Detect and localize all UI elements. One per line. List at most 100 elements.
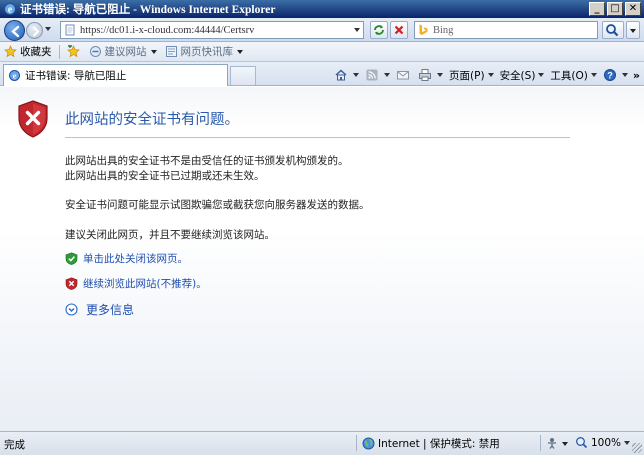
search-options-dropdown[interactable] (626, 21, 640, 39)
search-placeholder: Bing (433, 24, 454, 36)
zoom-level: 100% (591, 436, 622, 449)
favorites-label: 收藏夹 (20, 46, 52, 58)
help-button[interactable]: ? (600, 68, 631, 82)
security-zone[interactable]: Internet | 保护模式: 禁用 (362, 436, 500, 451)
add-to-favorites-bar-button[interactable] (63, 43, 85, 61)
green-shield-check-icon (65, 252, 78, 265)
globe-icon (362, 437, 375, 450)
tools-menu[interactable]: 工具(O) (547, 68, 599, 83)
chevron-down-icon (384, 73, 391, 77)
search-button[interactable] (602, 21, 624, 39)
forward-arrow-icon (33, 26, 40, 37)
warning-text-expired: 此网站出具的安全证书已过期或还未生效。 (65, 170, 265, 182)
accessibility-icon[interactable] (545, 436, 559, 450)
ie-icon: e (4, 3, 16, 16)
minimize-button[interactable]: _ (589, 2, 605, 16)
close-page-action[interactable]: 单击此处关闭该网页。 (65, 251, 188, 266)
url-text: https://dc01.i-x-cloud.com:44444/Certsrv (80, 24, 255, 36)
web-slice-gallery-link[interactable]: 网页快讯库 (161, 43, 248, 61)
chevron-down-icon (237, 49, 243, 54)
bing-icon (419, 24, 428, 35)
suggested-sites-link[interactable]: 建议网站 (85, 43, 161, 61)
magnifier-icon (606, 24, 619, 37)
help-icon: ? (603, 69, 616, 81)
svg-text:e: e (13, 71, 17, 81)
chevron-down-icon (538, 73, 545, 77)
page-menu[interactable]: 页面(P) (446, 68, 497, 83)
safety-menu[interactable]: 安全(S) (497, 68, 548, 83)
forward-button[interactable] (26, 22, 43, 39)
title-bar: e 证书错误: 导航已阻止 - Windows Internet Explore… (0, 0, 644, 18)
divider (58, 44, 60, 59)
print-button[interactable] (415, 68, 446, 82)
back-arrow-icon (11, 25, 20, 38)
chevron-down-icon (621, 73, 628, 77)
recent-pages-dropdown[interactable] (45, 27, 51, 31)
stop-button[interactable] (390, 21, 408, 39)
favorites-button[interactable]: 收藏夹 (0, 43, 56, 61)
close-page-link[interactable]: 单击此处关闭该网页。 (83, 251, 188, 266)
web-slice-icon (165, 46, 177, 57)
window-title: 证书错误: 导航已阻止 - Windows Internet Explorer (20, 4, 276, 16)
toolbar-overflow-button[interactable]: » (633, 69, 640, 82)
status-bar: 完成 Internet | 保护模式: 禁用 100% (0, 431, 644, 455)
feeds-button[interactable] (362, 68, 393, 82)
url-dropdown-icon[interactable] (354, 28, 360, 32)
url-field[interactable]: https://dc01.i-x-cloud.com:44444/Certsrv (60, 21, 364, 39)
svg-text:?: ? (607, 70, 613, 80)
refresh-icon (374, 25, 384, 35)
suggested-sites-icon (89, 46, 101, 57)
zoom-icon (576, 437, 588, 449)
chevron-down-icon (487, 73, 494, 77)
chevron-down-icon (590, 73, 597, 77)
chevron-down-icon (150, 49, 157, 54)
status-text: 完成 (4, 439, 25, 451)
more-information-toggle[interactable]: 更多信息 (65, 301, 134, 318)
resize-grip[interactable] (632, 443, 642, 453)
refresh-button[interactable] (370, 21, 388, 39)
more-information-label: 更多信息 (86, 303, 135, 317)
rss-icon (366, 69, 378, 81)
back-button[interactable] (4, 20, 25, 41)
tab-current[interactable]: e 证书错误: 导航已阻止 (3, 64, 228, 86)
favorites-bar: 收藏夹 建议网站 网页快讯库 (0, 42, 644, 62)
chevron-down-icon[interactable] (562, 442, 568, 446)
page-content: 此网站的安全证书有问题。 此网站出具的安全证书不是由受信任的证书颁发机构颁发的。… (0, 87, 644, 431)
page-title: 此网站的安全证书有问题。 (65, 112, 239, 128)
warning-text-untrusted: 此网站出具的安全证书不是由受信任的证书颁发机构颁发的。 (65, 155, 349, 167)
home-icon (335, 69, 347, 81)
tools-menu-label: 工具(O) (550, 69, 588, 82)
mail-icon (397, 71, 410, 80)
divider (356, 435, 357, 451)
divider (65, 137, 570, 138)
search-input[interactable]: Bing (414, 21, 598, 39)
warning-text-risk: 安全证书问题可能显示试图欺骗您或截获您向服务器发送的数据。 (65, 199, 370, 211)
chevron-down-icon (353, 73, 360, 77)
command-bar: e 证书错误: 导航已阻止 页面(P) 安全(S) 工具(O) ? » (0, 62, 644, 86)
address-bar: https://dc01.i-x-cloud.com:44444/Certsrv… (0, 18, 644, 42)
red-shield-x-icon (65, 277, 78, 290)
expand-chevron-icon (65, 303, 78, 316)
star-icon (4, 45, 17, 58)
web-slice-gallery-label: 网页快讯库 (180, 46, 234, 58)
divider (540, 435, 541, 451)
continue-website-link[interactable]: 继续浏览此网站(不推荐)。 (83, 276, 207, 291)
maximize-button[interactable]: □ (607, 2, 623, 16)
ie-page-icon: e (9, 70, 20, 81)
read-mail-button[interactable] (393, 68, 415, 82)
recommendation-text: 建议关闭此网页，并且不要继续浏览该网站。 (65, 229, 275, 241)
chevron-down-icon (437, 73, 444, 77)
new-tab-button[interactable] (230, 66, 256, 85)
continue-website-action[interactable]: 继续浏览此网站(不推荐)。 (65, 276, 207, 291)
home-button[interactable] (331, 68, 362, 82)
chevron-down-icon (630, 29, 636, 33)
tab-title: 证书错误: 导航已阻止 (25, 70, 127, 82)
stop-icon (394, 25, 404, 35)
zoom-control[interactable]: 100% (575, 436, 631, 449)
zone-label: Internet | 保护模式: 禁用 (378, 438, 500, 450)
chevron-down-icon (624, 440, 631, 445)
safety-menu-label: 安全(S) (499, 69, 536, 82)
error-shield-icon (18, 100, 48, 138)
close-button[interactable]: ✕ (625, 2, 641, 16)
add-favorite-icon (66, 45, 80, 58)
